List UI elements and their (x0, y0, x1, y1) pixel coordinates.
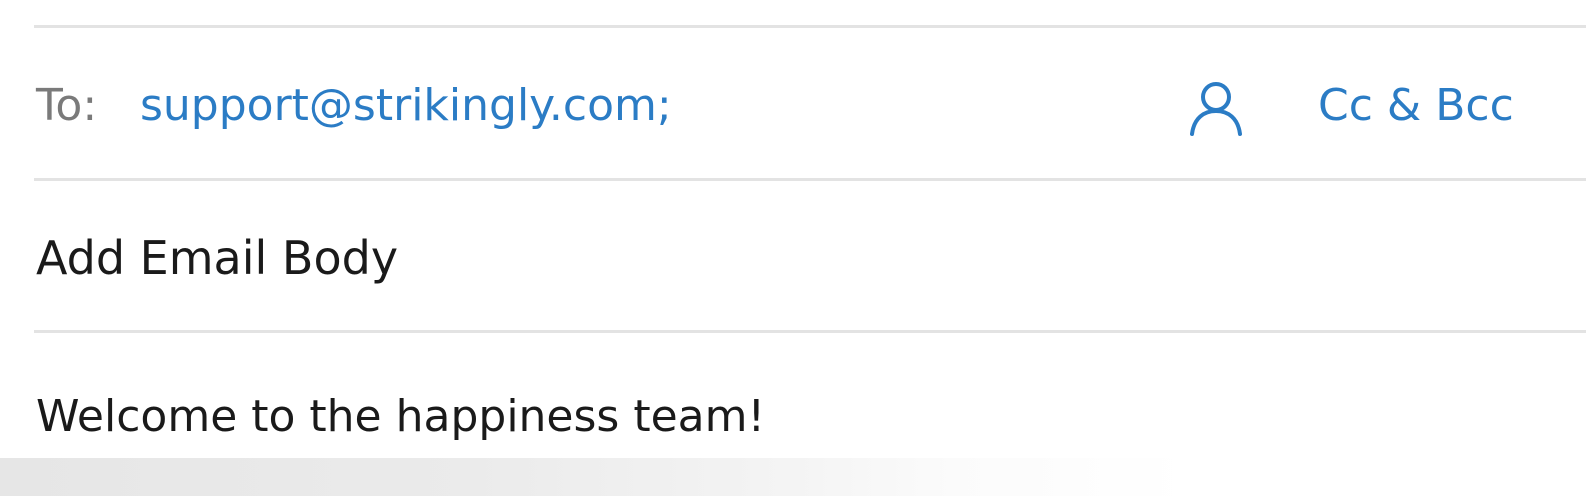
recipients-divider (34, 178, 1586, 181)
to-field-row: To: support@strikingly.com; Cc & Bcc (0, 70, 1586, 142)
person-icon-graphic (1190, 82, 1242, 136)
message-body[interactable]: Welcome to the happiness team! (36, 386, 765, 448)
person-icon[interactable] (1186, 78, 1246, 138)
to-label: To: (36, 80, 98, 131)
cc-bcc-button[interactable]: Cc & Bcc (1318, 76, 1514, 136)
to-recipient-input[interactable]: support@strikingly.com; (140, 76, 672, 136)
top-divider (34, 25, 1586, 28)
subject-field[interactable]: Add Email Body (36, 226, 398, 290)
subject-divider (34, 330, 1586, 333)
bottom-toolbar-band (0, 458, 1586, 496)
